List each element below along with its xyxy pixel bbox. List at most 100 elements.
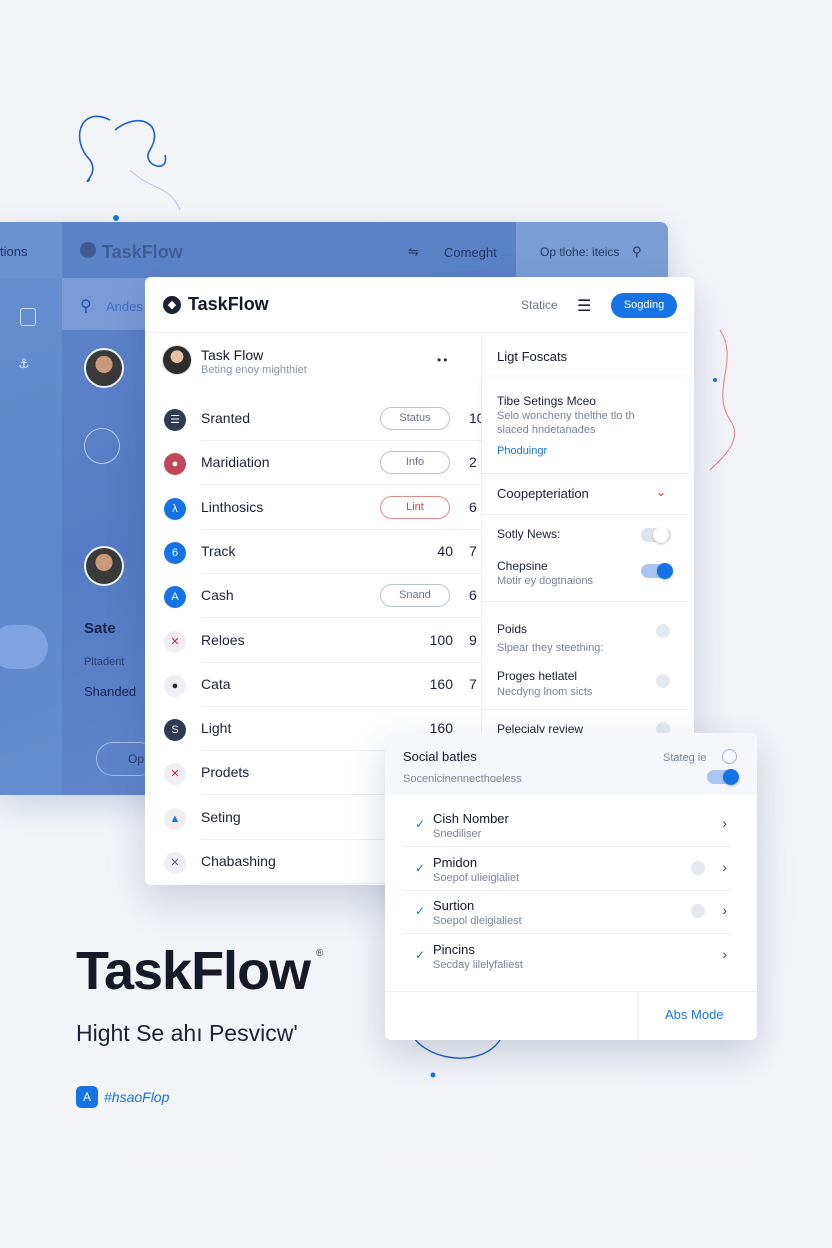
chevron-right-icon[interactable]: ›	[722, 946, 727, 962]
brand-subtitle: Hight Se ahı Pesvicw'	[76, 1020, 298, 1046]
popup-item-radio[interactable]	[691, 904, 705, 919]
settings-card-title: Tibe Setings Mceo	[497, 394, 596, 408]
row-count: 10	[469, 410, 481, 426]
row-label: Prodets	[201, 764, 250, 781]
popup-footer: Abs Mode	[385, 991, 757, 1040]
background-logo-icon	[80, 242, 96, 258]
row-count: 2	[469, 454, 477, 471]
more-options-icon[interactable]: ••	[437, 353, 449, 367]
popup-list-item[interactable]: ✓ Surtion Soepol dleigialiest ›	[403, 890, 731, 935]
row-label: Seting	[201, 808, 241, 825]
brand-tag-icon: A	[76, 1086, 98, 1108]
popup-item-title: Pincins	[433, 941, 475, 957]
background-nav-icon: ⇋	[408, 244, 419, 259]
info-icon[interactable]	[722, 749, 737, 764]
settings-card: Tibe Setings Mceo Selo woncheny thelthe …	[482, 377, 689, 473]
settings-row-chep-sub: Motir ey dogtnaions	[497, 575, 593, 587]
brand-hashtag[interactable]: #hsaoFlop	[104, 1089, 169, 1105]
background-search-icon: ⚲	[632, 244, 642, 259]
user-avatar	[162, 345, 192, 375]
row-count: 9	[469, 631, 477, 648]
row-value: 40	[437, 542, 453, 559]
row-label: Cash	[201, 587, 234, 604]
check-icon: ✓	[415, 860, 426, 875]
row-status-pill[interactable]: Status	[380, 407, 450, 430]
settings-row-chep: Chepsine	[497, 559, 548, 573]
background-logo-title: TaskFlow	[102, 242, 183, 262]
main-header: ◆ TaskFlow Statice ☰ Sogding	[145, 277, 694, 333]
background-search-text: Andes	[106, 299, 143, 314]
user-header-row[interactable]: Task Flow Beting enoy mighthiet ••	[145, 333, 481, 393]
settings-row-poids: Poids	[497, 622, 528, 636]
table-row[interactable]: 6 Track 40 7	[145, 530, 481, 574]
settings-row-proges-sub: Necdyng lnom sicts	[497, 686, 593, 698]
settings-card-link[interactable]: Phoduingr	[497, 445, 547, 457]
row-label: Sranted	[201, 410, 251, 426]
header-status-link[interactable]: Statice	[521, 298, 558, 312]
header-primary-button[interactable]: Sogding	[611, 293, 677, 318]
taskflow-logo-icon: ◆	[163, 296, 181, 314]
row-count: 6	[469, 498, 477, 515]
background-sidebar-active-pill	[0, 625, 48, 669]
background-search-icon-2: ⚲	[80, 298, 92, 315]
row-icon: ✕	[164, 763, 186, 786]
row-icon: S	[164, 719, 186, 742]
row-icon: ▲	[164, 807, 186, 830]
row-status-pill[interactable]: Info	[380, 451, 450, 475]
popup-toggle[interactable]	[707, 769, 739, 785]
chevron-down-icon[interactable]: ⌄	[656, 485, 666, 499]
popup-item-radio[interactable]	[691, 860, 705, 875]
background-card-label: Shanded	[84, 684, 137, 699]
popup-title: Social batles	[403, 749, 477, 764]
table-row[interactable]: ☰ Sranted Status 10	[145, 397, 481, 441]
row-status-pill[interactable]: Snand	[380, 584, 450, 608]
popup-item-title: Surtion	[433, 898, 475, 914]
table-row[interactable]: A Cash Snand 6	[145, 574, 481, 619]
row-label: Linthosics	[201, 498, 264, 515]
popup-item-sub: Soepof ulieiglaliet	[433, 871, 520, 884]
popup-list-item[interactable]: ✓ Cish Nomber Snediliser ›	[403, 803, 731, 847]
background-card-sub: Pltadent	[84, 656, 125, 668]
table-row[interactable]: λ Linthosics Lint 6	[145, 486, 481, 530]
registered-mark: ®	[316, 948, 324, 959]
settings-row-coop[interactable]: Coopepteriation	[497, 486, 589, 501]
popup-list-item[interactable]: ✓ Pmidon Soepof ulieiglaliet ›	[403, 847, 731, 891]
decorative-doodle-top	[78, 115, 181, 221]
row-count: 7	[469, 675, 477, 692]
popup-item-sub: Secday lilelyfaliest	[433, 958, 523, 971]
chevron-right-icon[interactable]: ›	[722, 859, 727, 875]
row-label: Maridiation	[201, 454, 270, 471]
row-icon: ✕	[164, 630, 186, 653]
check-icon: ✓	[415, 947, 426, 962]
background-sidebar-icon-1	[20, 308, 36, 326]
news-toggle[interactable]	[641, 527, 671, 543]
row-label: Light	[201, 720, 232, 737]
row-count: 7	[469, 542, 477, 559]
check-icon: ✓	[415, 817, 426, 831]
popup-list-item[interactable]: ✓ Pincins Secday lilelyfaliest ›	[403, 934, 731, 978]
row-label: Chabashing	[201, 853, 276, 869]
row-count: 6	[469, 587, 477, 604]
background-avatar-2	[84, 546, 124, 586]
brand-title: TaskFlow	[76, 941, 311, 1001]
popup-item-title: Pmidon	[433, 854, 478, 870]
more-mode-button[interactable]: Abs Mode	[665, 1007, 724, 1022]
table-row[interactable]: ● Maridiation Info 2	[145, 441, 481, 486]
user-subtitle: Beting enoy mighthiet	[201, 364, 307, 376]
decorative-doodle-right	[709, 329, 736, 471]
row-icon: λ	[164, 497, 186, 520]
proges-radio[interactable]	[656, 674, 670, 688]
row-icon: ✕	[164, 852, 186, 874]
menu-icon[interactable]: ☰	[577, 296, 591, 316]
poids-radio[interactable]	[656, 624, 670, 638]
chep-toggle[interactable]	[641, 563, 673, 579]
table-row[interactable]: ● Cata 160 7	[145, 663, 481, 707]
chevron-right-icon[interactable]: ›	[722, 815, 727, 831]
chevron-right-icon[interactable]: ›	[722, 902, 727, 918]
background-nav-label: Comeght	[444, 245, 497, 260]
popup-status: Stateg ie	[663, 752, 707, 764]
background-tab-label: tions	[0, 244, 28, 259]
table-row[interactable]: ✕ Reloes 100 9	[145, 619, 481, 663]
check-icon: ✓	[415, 904, 426, 919]
row-status-pill[interactable]: Lint	[380, 495, 450, 519]
